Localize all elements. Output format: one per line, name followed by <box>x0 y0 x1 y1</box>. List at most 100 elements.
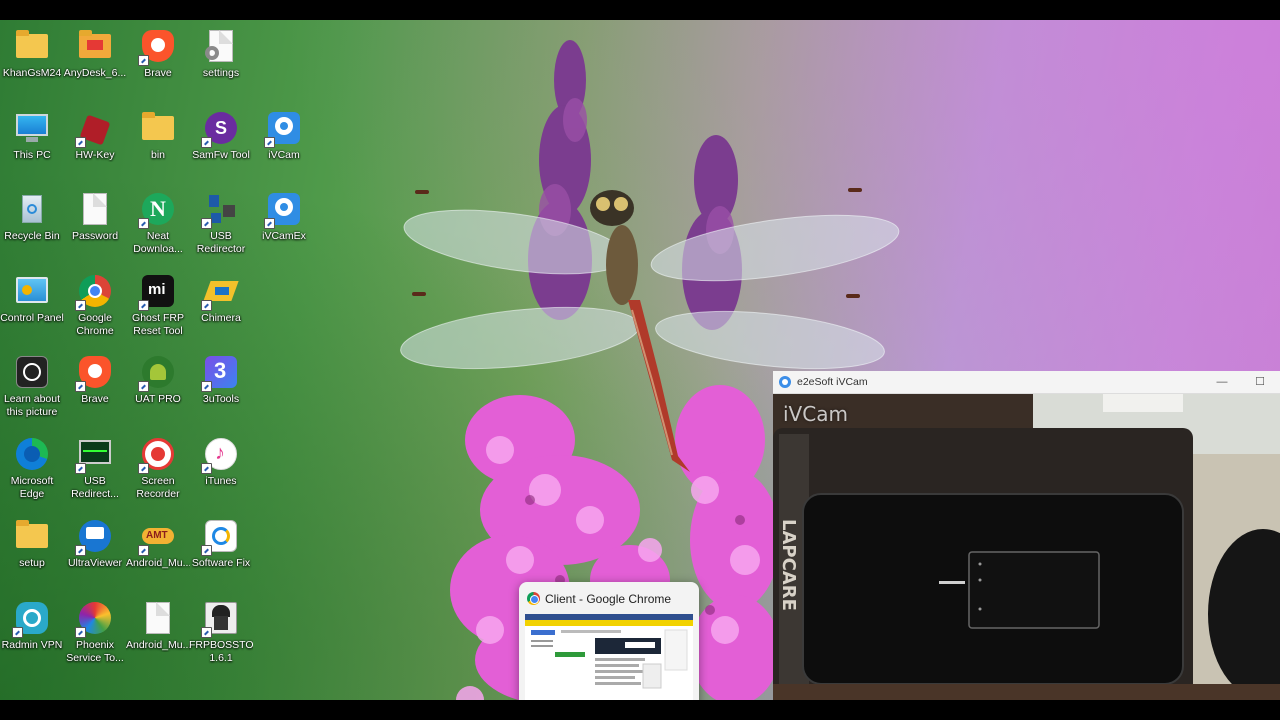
desktop-icon-label: 3uTools <box>202 393 240 405</box>
desktop-icon-label: Control Panel <box>0 312 64 324</box>
desktop-icon[interactable]: Learn about this picture <box>0 350 64 419</box>
usb-icon <box>201 191 239 229</box>
ivcam-icon <box>264 191 302 229</box>
desktop-icon[interactable]: Control Panel <box>0 269 64 325</box>
desktop-icon-label: UltraViewer <box>67 557 123 569</box>
desktop-icon-label: iVCamEx <box>262 230 306 242</box>
document-icon <box>77 191 113 227</box>
desktop-icon-label: Software Fix <box>191 557 251 569</box>
control-panel-icon <box>14 273 50 309</box>
desktop-icon-label: UAT PRO <box>135 393 181 405</box>
recycle-bin-icon <box>14 191 50 227</box>
camera-icon <box>14 354 50 390</box>
hw-key-icon <box>75 110 113 148</box>
desktop-icon[interactable]: Password <box>63 187 127 243</box>
desktop-icon[interactable]: USB Redirect... <box>63 432 127 501</box>
desktop-icon[interactable]: iVCamEx <box>252 187 316 243</box>
desktop-icon[interactable]: ♪ iTunes <box>189 432 253 488</box>
desktop-icon-label: Brave <box>81 393 109 405</box>
neat-download-icon: N <box>138 191 176 229</box>
desktop-icon[interactable]: Google Chrome <box>63 269 127 338</box>
folder-icon <box>14 518 50 554</box>
brave-icon <box>138 28 176 66</box>
desktop-icon[interactable]: mi Ghost FRP Reset Tool <box>126 269 190 338</box>
desktop-icon[interactable]: FRPBOSSTO... 1.6.1 <box>189 596 253 665</box>
desktop-icon[interactable]: UAT PRO <box>126 350 190 406</box>
edge-icon <box>14 436 50 472</box>
anydesk-icon <box>77 28 113 64</box>
desktop-icon-label: Android_Mu... <box>126 557 190 569</box>
ultraviewer-icon <box>75 518 113 556</box>
desktop-icon[interactable]: S SamFw Tool <box>189 106 253 162</box>
chrome-icon <box>527 592 540 605</box>
desktop-icon[interactable]: KhanGsM24 <box>0 24 64 80</box>
desktop-icon-label: USB Redirector <box>196 230 246 255</box>
desktop-icon[interactable]: Brave <box>126 24 190 80</box>
android-multitool-icon: AMT <box>138 518 176 556</box>
desktop-icon-label: Recycle Bin <box>4 230 60 242</box>
ivcam-watermark: iVCam <box>783 402 848 426</box>
desktop-icon[interactable]: setup <box>0 514 64 570</box>
chimera-icon <box>201 273 239 311</box>
chrome-icon <box>75 273 113 311</box>
preview-title: Client - Google Chrome <box>545 592 672 606</box>
svg-text:LAPCARE: LAPCARE <box>778 519 799 611</box>
desktop-icon-label: Android_Mu... <box>126 639 190 651</box>
desktop-icon[interactable]: iVCam <box>252 106 316 162</box>
desktop-icon[interactable]: bin <box>126 106 190 162</box>
desktop-icon[interactable]: Brave <box>63 350 127 406</box>
android-icon <box>138 354 176 392</box>
monitor-icon <box>14 110 50 146</box>
ivcam-window-title: e2eSoft iVCam <box>797 376 868 388</box>
desktop-icon[interactable]: Phoenix Service To... <box>63 596 127 665</box>
desktop-icon[interactable]: Chimera <box>189 269 253 325</box>
minimize-button[interactable]: — <box>1211 373 1233 391</box>
settings-file-icon <box>203 28 239 64</box>
document-icon <box>140 600 176 636</box>
phoenix-icon <box>75 600 113 638</box>
desktop-icon-label: Microsoft Edge <box>10 475 54 500</box>
ivcam-window[interactable]: e2eSoft iVCam — ☐ LAPCARE iVCam <box>773 371 1280 700</box>
radmin-icon <box>12 600 50 638</box>
folder-icon <box>140 110 176 146</box>
desktop-icon-label: HW-Key <box>75 149 115 161</box>
folder-icon <box>14 28 50 64</box>
desktop-icon[interactable]: settings <box>189 24 253 80</box>
desktop-icon[interactable]: USB Redirector <box>189 187 253 256</box>
desktop-icon[interactable]: AnyDesk_6... <box>63 24 127 80</box>
desktop-icon[interactable]: UltraViewer <box>63 514 127 570</box>
desktop-icon-label: AnyDesk_6... <box>63 67 127 79</box>
desktop-icon-label: Brave <box>144 67 172 79</box>
desktop-icon[interactable]: Microsoft Edge <box>0 432 64 501</box>
chrome-window-preview[interactable]: Client - Google Chrome <box>519 582 699 700</box>
desktop-icon-label: Radmin VPN <box>1 639 63 651</box>
desktop-icon-label: iVCam <box>268 149 300 161</box>
desktop-icon-label: settings <box>202 67 240 79</box>
desktop-icon[interactable]: Android_Mu... <box>126 596 190 652</box>
desktop-icon[interactable]: HW-Key <box>63 106 127 162</box>
desktop-icon[interactable]: AMT Android_Mu... <box>126 514 190 570</box>
desktop: KhanGsM24 AnyDesk_6... Brave settings This P… <box>0 20 1280 700</box>
3utools-icon: 3 <box>201 354 239 392</box>
desktop-icon[interactable]: 3 3uTools <box>189 350 253 406</box>
desktop-icon-label: Ghost FRP Reset Tool <box>132 312 184 337</box>
desktop-icon[interactable]: Software Fix <box>189 514 253 570</box>
desktop-icon[interactable]: Recycle Bin <box>0 187 64 243</box>
software-fix-icon <box>201 518 239 556</box>
desktop-icon[interactable]: Radmin VPN <box>0 596 64 652</box>
ivcam-titlebar[interactable]: e2eSoft iVCam — ☐ <box>773 371 1280 394</box>
desktop-icon-label: Phoenix Service To... <box>66 639 124 664</box>
preview-page-thumbnail <box>525 614 693 700</box>
record-icon <box>138 436 176 474</box>
mi-icon: mi <box>138 273 176 311</box>
desktop-icon-label: Password <box>71 230 119 242</box>
desktop-icon-label: Google Chrome <box>76 312 114 337</box>
frpboss-icon <box>201 600 239 638</box>
desktop-icon[interactable]: This PC <box>0 106 64 162</box>
desktop-icon[interactable]: Screen Recorder <box>126 432 190 501</box>
usb-monitor-icon <box>75 436 113 474</box>
ivcam-icon <box>779 376 791 388</box>
desktop-icon[interactable]: N Neat Downloa... <box>126 187 190 256</box>
maximize-button[interactable]: ☐ <box>1249 373 1271 391</box>
desktop-icon-label: setup <box>19 557 45 569</box>
